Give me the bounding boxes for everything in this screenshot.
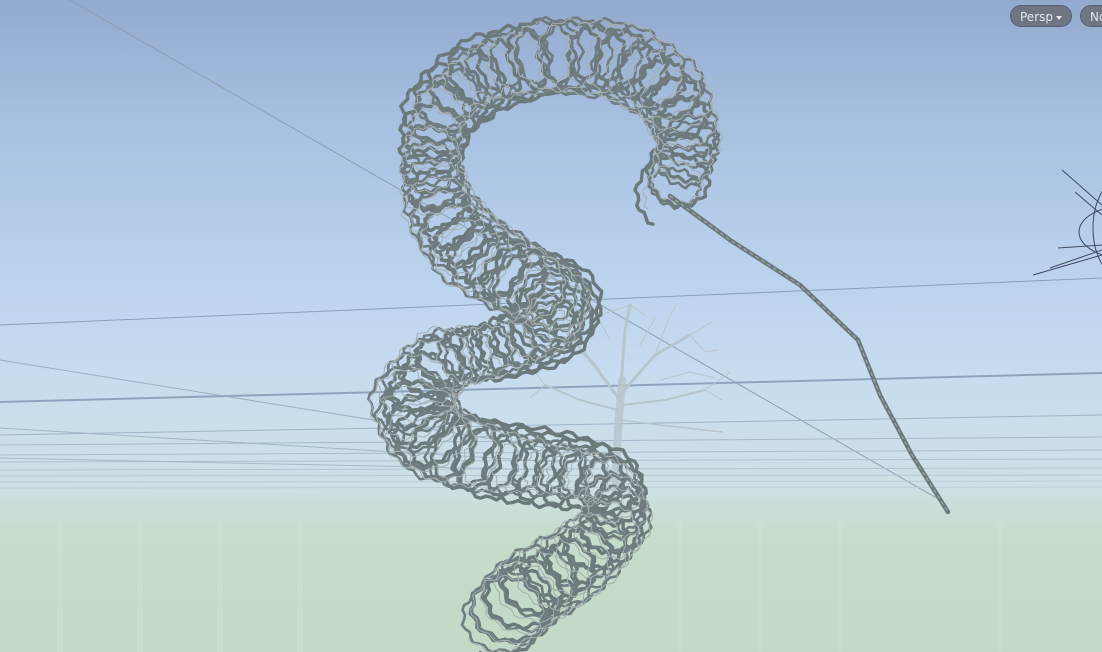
- wire-strand: [367, 15, 721, 652]
- horizon-line-8: [0, 474, 1102, 477]
- projection-label: Persp: [1020, 10, 1053, 24]
- secondary-view-label: No: [1090, 10, 1102, 24]
- scene-canvas[interactable]: [0, 0, 1102, 652]
- scene-grid-lines: [0, 0, 1102, 501]
- projection-dropdown-button[interactable]: Persp: [1010, 5, 1072, 27]
- wire-tail[interactable]: [667, 193, 951, 515]
- partial-gizmo[interactable]: [1032, 169, 1102, 280]
- scene-viewport[interactable]: Persp No: [0, 0, 1102, 652]
- wire-tangle-model[interactable]: [367, 15, 724, 652]
- converging-line-3: [0, 457, 561, 471]
- secondary-view-button[interactable]: No: [1080, 5, 1102, 27]
- chevron-down-icon: [1056, 15, 1062, 20]
